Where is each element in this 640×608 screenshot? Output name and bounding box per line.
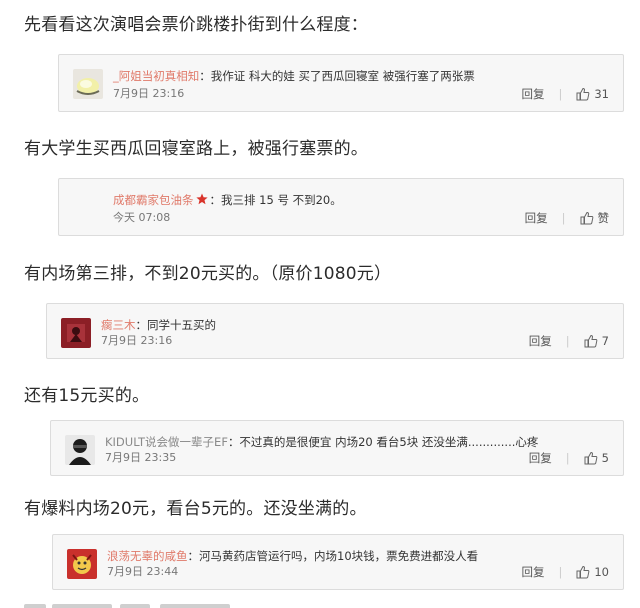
comment-actions: 回复 | 7: [529, 333, 609, 349]
avatar[interactable]: [65, 435, 95, 465]
comment-card-5: 浪荡无辜的咸鱼：河马黄药店管运行吗，内场10块钱，票免费进都没人看 7月9日 2…: [52, 534, 624, 590]
cut-off-text: [0, 600, 640, 608]
comment-text: ：不过真的是很便宜 内场20 看台5块 还没坐满.............心疼: [227, 435, 539, 449]
like-count: 5: [601, 451, 609, 465]
thumbs-up-icon: [576, 565, 590, 579]
like-count: 赞: [597, 211, 610, 225]
divider: |: [558, 565, 563, 579]
avatar[interactable]: [73, 69, 103, 99]
weibo-comments-article: 先看看这次演唱会票价跳楼扑街到什么程度： _阿姐当初真相知：我作证 科大的娃 买…: [0, 0, 640, 608]
comment-text: ：我三排 15 号 不到20。: [209, 193, 342, 207]
reply-button[interactable]: 回复: [521, 86, 544, 102]
comment-actions: 回复 | 31: [521, 86, 609, 102]
like-button[interactable]: 7: [584, 334, 609, 348]
paragraph-fifteen-yuan: 还有15元买的。: [24, 386, 150, 406]
comment-text: ：同学十五买的: [135, 318, 217, 332]
like-count: 10: [594, 565, 609, 579]
like-button[interactable]: 10: [576, 565, 609, 579]
comment-time: 7月9日 23:16: [101, 334, 173, 347]
like-count: 31: [594, 87, 609, 101]
comment-time: 7月9日 23:44: [107, 565, 179, 578]
comment-actions: 回复 | 10: [521, 564, 609, 580]
comment-card-4: KIDULT说会做一辈子EF：不过真的是很便宜 内场20 看台5块 还没坐满..…: [50, 420, 624, 476]
avatar[interactable]: [67, 549, 97, 579]
like-button[interactable]: 5: [584, 451, 609, 465]
comment-time: 7月9日 23:35: [105, 451, 177, 464]
thumbs-up-icon: [576, 87, 590, 101]
comment-username[interactable]: 成都霸家包油条: [113, 193, 194, 207]
paragraph-reported-prices: 有爆料内场20元，看台5元的。还没坐满的。: [24, 499, 367, 519]
reply-button[interactable]: 回复: [525, 210, 548, 226]
comment-text: ：我作证 科大的娃 买了西瓜回寝室 被强行塞了两张票: [199, 69, 475, 83]
paragraph-third-row: 有内场第三排，不到20元买的。（原价1080元）: [24, 264, 392, 284]
comment-username[interactable]: _阿姐当初真相知: [113, 69, 199, 83]
comment-actions: 回复 | 赞: [525, 210, 609, 226]
comment-text: ：河马黄药店管运行吗，内场10块钱，票免费进都没人看: [187, 549, 479, 563]
comment-username[interactable]: 浪荡无辜的咸鱼: [107, 549, 188, 563]
comment-username[interactable]: KIDULT说会做一辈子EF: [105, 435, 228, 449]
thumbs-up-icon: [584, 451, 598, 465]
comment-card-1: _阿姐当初真相知：我作证 科大的娃 买了西瓜回寝室 被强行塞了两张票 7月9日 …: [58, 54, 624, 112]
divider: |: [565, 334, 570, 348]
reply-button[interactable]: 回复: [521, 564, 544, 580]
comment-time: 7月9日 23:16: [113, 87, 185, 100]
comment-card-2: 成都霸家包油条 ：我三排 15 号 不到20。 今天 07:08 回复 | 赞: [58, 178, 624, 236]
comment-actions: 回复 | 5: [529, 450, 609, 466]
reply-button[interactable]: 回复: [529, 450, 552, 466]
divider: |: [561, 211, 566, 225]
divider: |: [565, 451, 570, 465]
comment-username[interactable]: 瘸三木: [101, 318, 136, 332]
like-count: 7: [601, 334, 609, 348]
divider: |: [558, 87, 563, 101]
avatar[interactable]: [61, 318, 91, 348]
like-button[interactable]: 31: [576, 87, 609, 101]
paragraph-intro: 先看看这次演唱会票价跳楼扑街到什么程度：: [24, 15, 368, 35]
star-icon: [195, 193, 208, 205]
comment-card-3: 瘸三木：同学十五买的 7月9日 23:16 回复 | 7: [46, 303, 624, 359]
reply-button[interactable]: 回复: [529, 333, 552, 349]
paragraph-student: 有大学生买西瓜回寝室路上，被强行塞票的。: [24, 139, 368, 159]
thumbs-up-icon: [580, 211, 593, 225]
comment-time: 今天 07:08: [113, 211, 171, 224]
like-button[interactable]: 赞: [580, 210, 610, 226]
thumbs-up-icon: [584, 334, 598, 348]
